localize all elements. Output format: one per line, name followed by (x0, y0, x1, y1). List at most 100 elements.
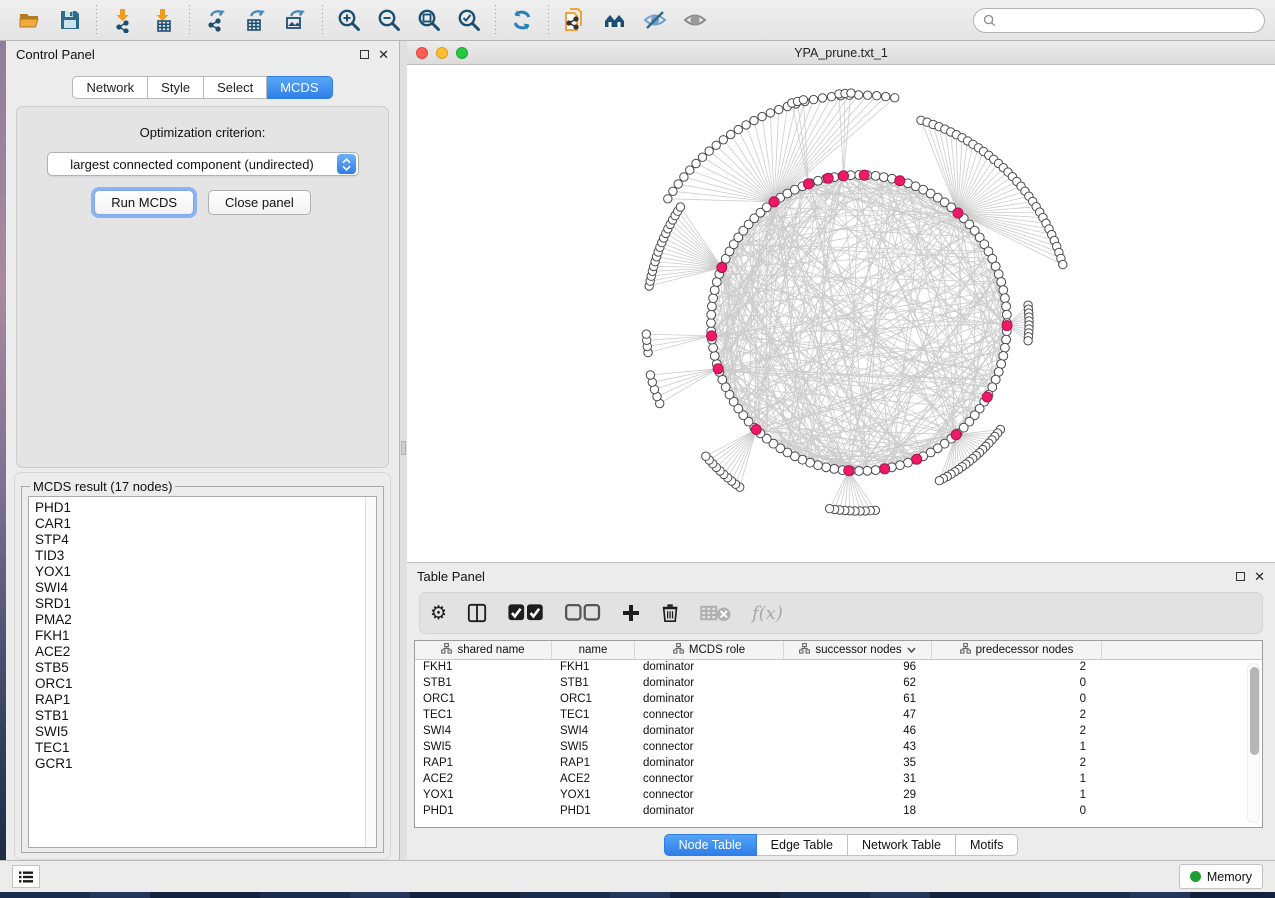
task-history-button[interactable] (12, 865, 40, 888)
close-panel-button[interactable]: Close panel (208, 190, 311, 215)
close-panel-icon[interactable]: ✕ (1254, 572, 1265, 581)
mcds-result-node[interactable]: SRD1 (35, 596, 376, 612)
mcds-result-node[interactable]: CAR1 (35, 516, 376, 532)
table-row[interactable]: TEC1TEC1connector472 (415, 708, 1262, 724)
mcds-result-node[interactable]: STP4 (35, 532, 376, 548)
column-header-successor-nodes[interactable]: successor nodes (784, 641, 932, 659)
float-panel-icon[interactable] (360, 50, 369, 59)
zoom-selected-button[interactable] (449, 3, 489, 37)
column-header-shared-name[interactable]: shared name (415, 641, 552, 659)
table-cell: 1 (932, 740, 1102, 756)
float-panel-icon[interactable] (1236, 572, 1245, 581)
memory-button[interactable]: Memory (1179, 864, 1263, 889)
table-cell: 18 (784, 804, 932, 820)
mcds-result-node[interactable]: YOX1 (35, 564, 376, 580)
zoom-in-button[interactable] (329, 3, 369, 37)
clear-checkboxes-button[interactable] (564, 598, 601, 628)
mcds-result-node[interactable]: ORC1 (35, 676, 376, 692)
select-all-checkboxes-button[interactable] (507, 598, 544, 628)
table-row[interactable]: PHD1PHD1dominator180 (415, 804, 1262, 820)
table-cell: 43 (784, 740, 932, 756)
mcds-list-scrollbar[interactable] (365, 497, 376, 847)
mcds-tab-content: Optimization criterion: largest connecte… (16, 106, 389, 468)
table-settings-button[interactable]: ⚙ (430, 598, 447, 628)
tab-motifs[interactable]: Motifs (956, 834, 1018, 856)
mcds-result-node[interactable]: RAP1 (35, 692, 376, 708)
share-document-button[interactable] (555, 3, 595, 37)
table-row[interactable]: FKH1FKH1dominator962 (415, 660, 1262, 676)
column-header-name[interactable]: name (552, 641, 635, 659)
table-toolbar: ⚙f(x) (419, 592, 1263, 634)
table-row[interactable]: SWI5SWI5connector431 (415, 740, 1262, 756)
search-box[interactable] (973, 8, 1265, 33)
delete-column-button[interactable] (661, 598, 679, 628)
import-network-button[interactable] (103, 3, 143, 37)
refresh-button[interactable] (502, 3, 542, 37)
mcds-result-node[interactable]: SWI5 (35, 724, 376, 740)
optimization-criterion-select[interactable]: largest connected component (undirected) (47, 152, 359, 176)
column-label: successor nodes (815, 644, 901, 656)
table-scrollbar-thumb[interactable] (1250, 667, 1259, 755)
column-layout-button[interactable] (467, 598, 487, 628)
mcds-result-node[interactable]: PHD1 (35, 500, 376, 516)
table-cell: dominator (635, 724, 784, 740)
add-column-button[interactable] (621, 598, 641, 628)
export-network-button[interactable] (196, 3, 236, 37)
tab-node-table[interactable]: Node Table (664, 834, 757, 856)
show-details-button[interactable] (675, 3, 715, 37)
table-row[interactable]: STB1STB1dominator620 (415, 676, 1262, 692)
save-session-button[interactable] (50, 3, 90, 37)
mcds-result-node[interactable]: TID3 (35, 548, 376, 564)
table-row[interactable]: ACE2ACE2connector311 (415, 772, 1262, 788)
mcds-result-node[interactable]: GCR1 (35, 756, 376, 772)
zoom-fit-icon (416, 7, 442, 33)
mcds-result-list[interactable]: PHD1CAR1STP4TID3YOX1SWI4SRD1PMA2FKH1ACE2… (28, 496, 377, 848)
export-table-button[interactable] (236, 3, 276, 37)
close-panel-icon[interactable]: ✕ (378, 50, 389, 59)
tab-network[interactable]: Network (72, 76, 148, 99)
table-scrollbar[interactable] (1247, 663, 1260, 823)
table-cell: SWI5 (552, 740, 635, 756)
tab-mcds[interactable]: MCDS (267, 76, 332, 99)
mcds-result-node[interactable]: ACE2 (35, 644, 376, 660)
import-table-button[interactable] (143, 3, 183, 37)
mcds-result-node[interactable]: TEC1 (35, 740, 376, 756)
mcds-result-node[interactable]: STB5 (35, 660, 376, 676)
show-details-icon (682, 7, 708, 33)
export-image-button[interactable] (276, 3, 316, 37)
search-input[interactable] (1001, 13, 1255, 27)
network-canvas[interactable] (407, 65, 1275, 562)
table-cell: ACE2 (552, 772, 635, 788)
run-mcds-button[interactable]: Run MCDS (94, 190, 194, 215)
sort-chevron-icon[interactable] (907, 647, 916, 653)
table-row[interactable]: SWI4SWI4dominator462 (415, 724, 1262, 740)
table-cell: ACE2 (415, 772, 552, 788)
panel-splitter[interactable] (400, 41, 407, 860)
table-row[interactable]: ORC1ORC1dominator610 (415, 692, 1262, 708)
table-cell: ORC1 (552, 692, 635, 708)
table-row[interactable]: YOX1YOX1connector291 (415, 788, 1262, 804)
mcds-result-node[interactable]: SWI4 (35, 580, 376, 596)
zoom-out-button[interactable] (369, 3, 409, 37)
splitter-handle[interactable] (401, 441, 406, 455)
optimization-criterion-label: Optimization criterion: (17, 125, 388, 140)
network-window-titlebar[interactable]: YPA_prune.txt_1 (407, 41, 1275, 65)
mcds-result-node[interactable]: FKH1 (35, 628, 376, 644)
hide-details-button[interactable] (635, 3, 675, 37)
tab-select[interactable]: Select (204, 76, 267, 99)
tab-edge-table[interactable]: Edge Table (757, 834, 848, 856)
zoom-fit-button[interactable] (409, 3, 449, 37)
column-header-predecessor-nodes[interactable]: predecessor nodes (932, 641, 1102, 659)
desktop-wallpaper-bottom (0, 892, 1275, 898)
table-cell: SWI5 (415, 740, 552, 756)
mcds-result-node[interactable]: PMA2 (35, 612, 376, 628)
table-row[interactable]: RAP1RAP1dominator352 (415, 756, 1262, 772)
column-header-MCDS-role[interactable]: MCDS role (635, 641, 784, 659)
table-cell: 62 (784, 676, 932, 692)
table-cell: connector (635, 788, 784, 804)
search-network-button[interactable] (595, 3, 635, 37)
tab-style[interactable]: Style (148, 76, 204, 99)
mcds-result-node[interactable]: STB1 (35, 708, 376, 724)
open-file-button[interactable] (10, 3, 50, 37)
tab-network-table[interactable]: Network Table (848, 834, 956, 856)
